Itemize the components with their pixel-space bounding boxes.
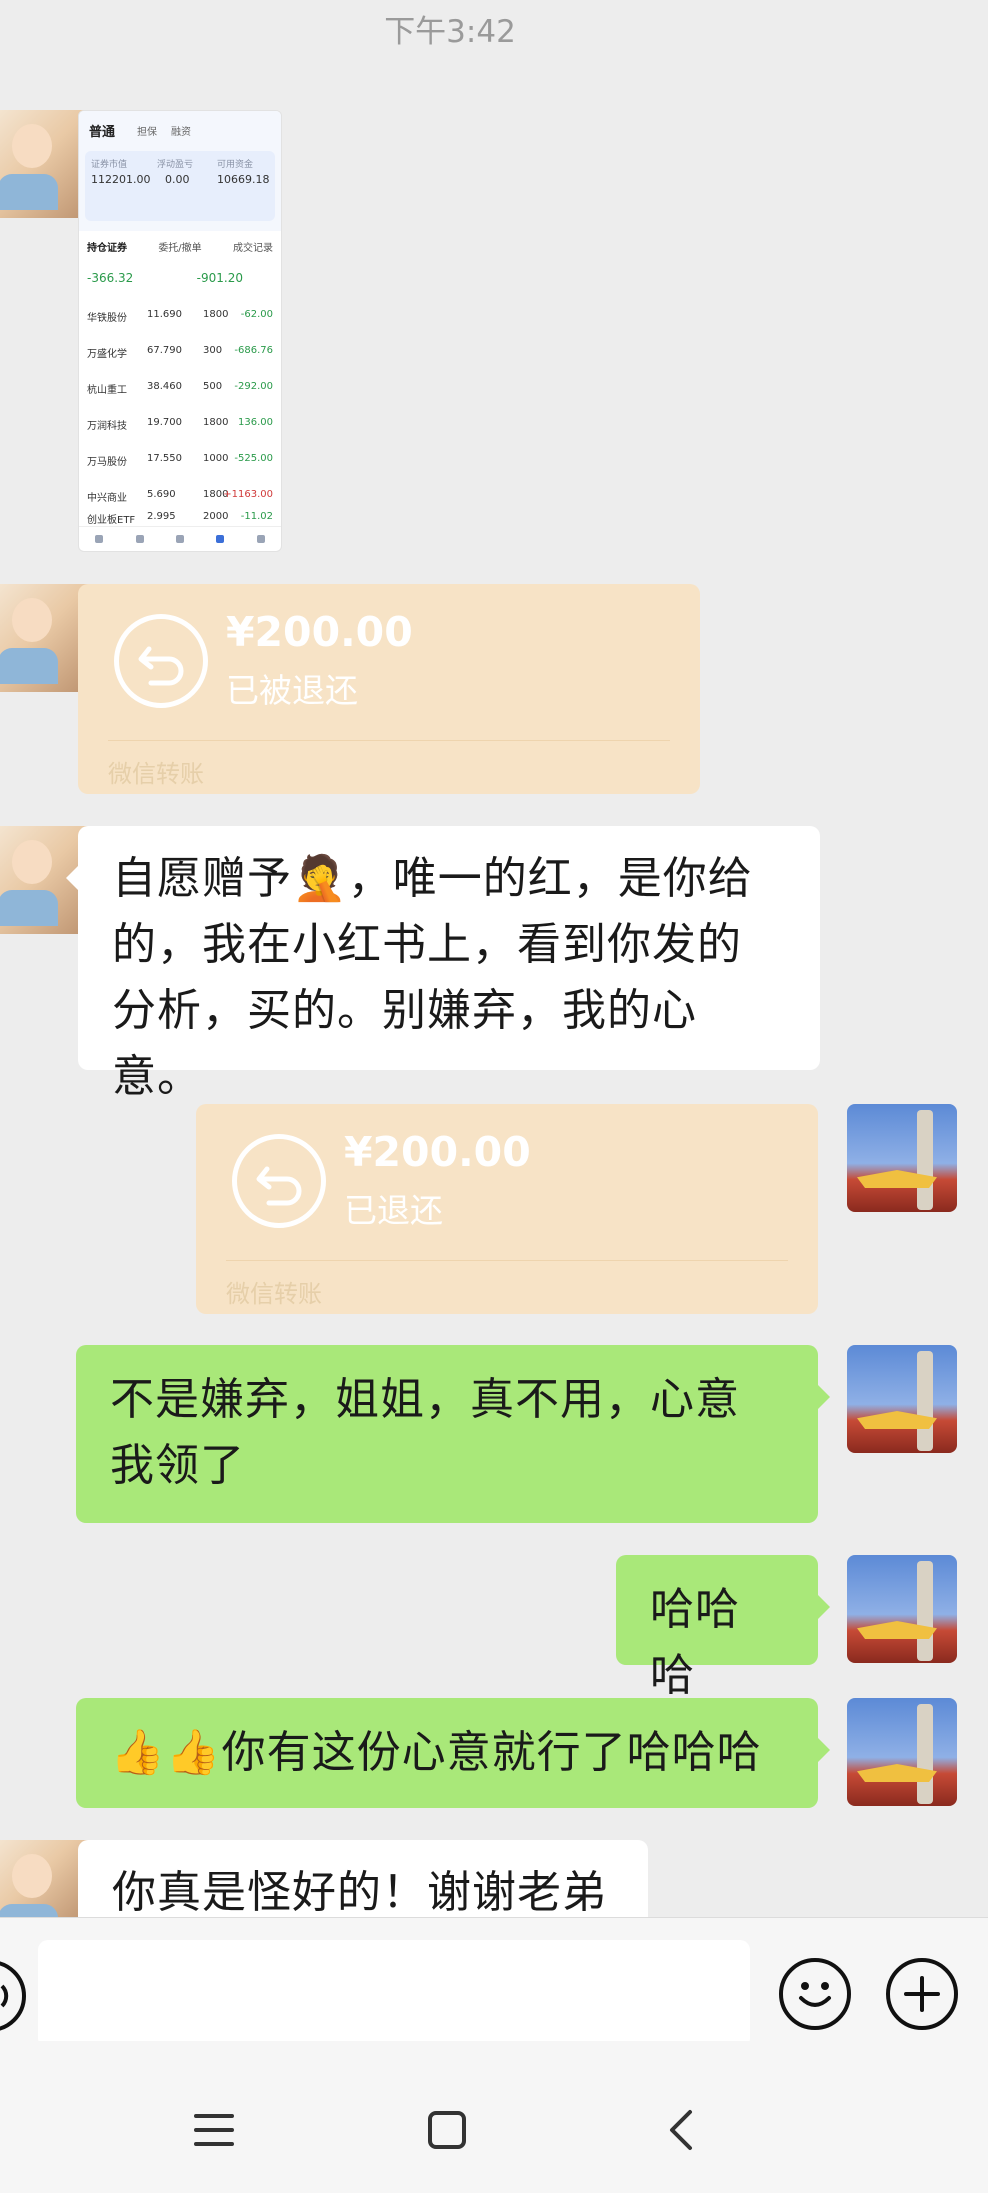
screenshot-stock-pl: -525.00	[234, 453, 273, 464]
my-avatar[interactable]	[847, 1555, 957, 1663]
screenshot-stock-price: 19.700	[147, 417, 182, 428]
screenshot-value: 0.00	[165, 173, 190, 186]
screenshot-stock-price: 67.790	[147, 345, 182, 356]
screenshot-tab: 成交记录	[233, 243, 273, 254]
screenshot-summary: -366.32 -901.20	[87, 271, 273, 285]
screenshot-row: 华铁股份 11.690 1800 -62.00	[85, 309, 275, 343]
screenshot-stock-name: 创业板ETF	[87, 515, 136, 526]
screenshot-stock-name: 华铁股份	[87, 313, 127, 324]
screenshot-row: 杭山重工 38.460 500 -292.00	[85, 381, 275, 415]
screenshot-value: 112201.00	[91, 173, 151, 186]
emoji-icon[interactable]	[779, 1958, 851, 2030]
transfer-status: 已被退还	[226, 671, 358, 710]
home-icon[interactable]	[428, 2111, 466, 2149]
back-icon[interactable]	[666, 2108, 698, 2152]
tab-icon	[135, 535, 144, 543]
screenshot-account-card: 证券市值 浮动盈亏 可用资金 112201.00 0.00 10669.18	[85, 151, 275, 221]
screenshot-stock-qty: 2000	[203, 511, 229, 522]
tab-icon	[216, 535, 225, 543]
message-text: 哈哈哈	[650, 1584, 740, 1701]
transfer-footer: 微信转账	[226, 1280, 322, 1308]
transfer-amount: ¥200.00	[344, 1128, 531, 1176]
screenshot-label: 证券市值	[91, 160, 128, 170]
screenshot-stock-price: 2.995	[147, 511, 176, 522]
screenshot-summary-value: -901.20	[196, 271, 243, 285]
bubble-tail	[818, 1595, 830, 1619]
screenshot-stock-price: 11.690	[147, 309, 182, 320]
screenshot-row: 创业板ETF 2.995 2000 -11.02	[85, 511, 275, 527]
plus-icon[interactable]	[886, 1958, 958, 2030]
status-time: 下午3:42	[384, 14, 516, 50]
tab-icon	[175, 535, 184, 543]
stock-screenshot-image[interactable]: 普通 担保 融资 证券市值 浮动盈亏 可用资金 112201.00 0.00 1…	[78, 110, 282, 552]
message-bubble-contact[interactable]: 你真是怪好的！谢谢老弟	[78, 1840, 648, 1917]
screenshot-tabbar	[79, 526, 281, 551]
transfer-status: 已退还	[344, 1191, 443, 1230]
message-bubble-me[interactable]: 哈哈哈	[616, 1555, 830, 1701]
message-text: 你真是怪好的！谢谢老弟	[112, 1867, 607, 1917]
screenshot-summary-value: -366.32	[87, 271, 134, 285]
transfer-card-returned[interactable]: ¥200.00 已被退还 微信转账	[78, 584, 700, 794]
system-nav-bar	[0, 2041, 988, 2193]
tab-icon	[256, 535, 265, 543]
screenshot-tab-finance: 融资	[171, 127, 191, 138]
screenshot-stock-pl: -11.02	[240, 511, 273, 522]
screenshot-app-title: 普通	[89, 125, 116, 140]
screenshot-stock-qty: 500	[203, 381, 223, 392]
message-bubble-me[interactable]: 不是嫌弃，姐姐，真不用，心意我领了	[76, 1345, 830, 1523]
screenshot-tab: 委托/撤单	[158, 243, 202, 254]
screenshot-stock-name: 万盛化学	[87, 349, 127, 360]
screenshot-stock-name: 万润科技	[87, 421, 127, 432]
message-text: 👍👍你有这份心意就行了哈哈哈	[110, 1727, 762, 1778]
bubble-tail	[66, 866, 78, 890]
screenshot-stock-qty: 1800	[203, 309, 229, 320]
screenshot-stock-price: 17.550	[147, 453, 182, 464]
screenshot-stock-name: 中兴商业	[87, 493, 127, 504]
screenshot-stock-pl: 136.00	[238, 417, 273, 428]
my-avatar[interactable]	[847, 1698, 957, 1806]
screenshot-stock-price: 38.460	[147, 381, 182, 392]
screenshot-tabs: 持仓证券 委托/撤单 成交记录	[87, 239, 273, 254]
my-avatar[interactable]	[847, 1345, 957, 1453]
transfer-card-returned[interactable]: ¥200.00 已退还 微信转账	[196, 1104, 818, 1314]
transfer-amount: ¥200.00	[226, 608, 413, 656]
bubble-tail	[818, 1738, 830, 1762]
tab-icon	[95, 535, 104, 543]
screenshot-tab-guarantee: 担保	[137, 127, 157, 138]
screenshot-row: 万盛化学 67.790 300 -686.76	[85, 345, 275, 379]
screenshot-stock-qty: 1800	[203, 417, 229, 428]
message-input[interactable]	[38, 1940, 750, 2048]
transfer-divider	[108, 740, 670, 741]
screenshot-value: 10669.18	[217, 173, 270, 186]
transfer-footer: 微信转账	[108, 760, 204, 788]
message-bubble-me[interactable]: 👍👍你有这份心意就行了哈哈哈	[76, 1698, 830, 1808]
message-bubble-contact[interactable]: 自愿赠予🤦，唯一的红，是你给的，我在小红书上，看到你发的分析，买的。别嫌弃，我的…	[66, 826, 820, 1102]
screenshot-stock-name: 杭山重工	[87, 385, 127, 396]
screenshot-stock-pl: -292.00	[234, 381, 273, 392]
screenshot-label: 浮动盈亏	[157, 160, 194, 170]
screenshot-row: 万润科技 19.700 1800 136.00	[85, 417, 275, 451]
screenshot-label: 可用资金	[217, 160, 254, 170]
screenshot-stock-pl: +1163.00	[223, 489, 273, 500]
screenshot-stock-pl: -62.00	[240, 309, 273, 320]
screenshot-stock-qty: 1000	[203, 453, 229, 464]
screenshot-stock-price: 5.690	[147, 489, 176, 500]
screenshot-row: 万马股份 17.550 1000 -525.00	[85, 453, 275, 487]
menu-icon[interactable]	[192, 2110, 236, 2150]
screenshot-stock-qty: 300	[203, 345, 223, 356]
message-text: 自愿赠予🤦，唯一的红，是你给的，我在小红书上，看到你发的分析，买的。别嫌弃，我的…	[112, 853, 753, 1102]
message-text: 不是嫌弃，姐姐，真不用，心意我领了	[110, 1374, 740, 1491]
return-arrow-icon	[114, 614, 208, 708]
bubble-tail	[818, 1385, 830, 1409]
return-arrow-icon	[232, 1134, 326, 1228]
screenshot-stock-pl: -686.76	[234, 345, 273, 356]
screenshot-header: 普通 担保 融资 证券市值 浮动盈亏 可用资金 112201.00 0.00 1…	[79, 111, 281, 231]
transfer-divider	[226, 1260, 788, 1261]
screenshot-stock-name: 万马股份	[87, 457, 127, 468]
my-avatar[interactable]	[847, 1104, 957, 1212]
screenshot-tab: 持仓证券	[87, 243, 127, 254]
